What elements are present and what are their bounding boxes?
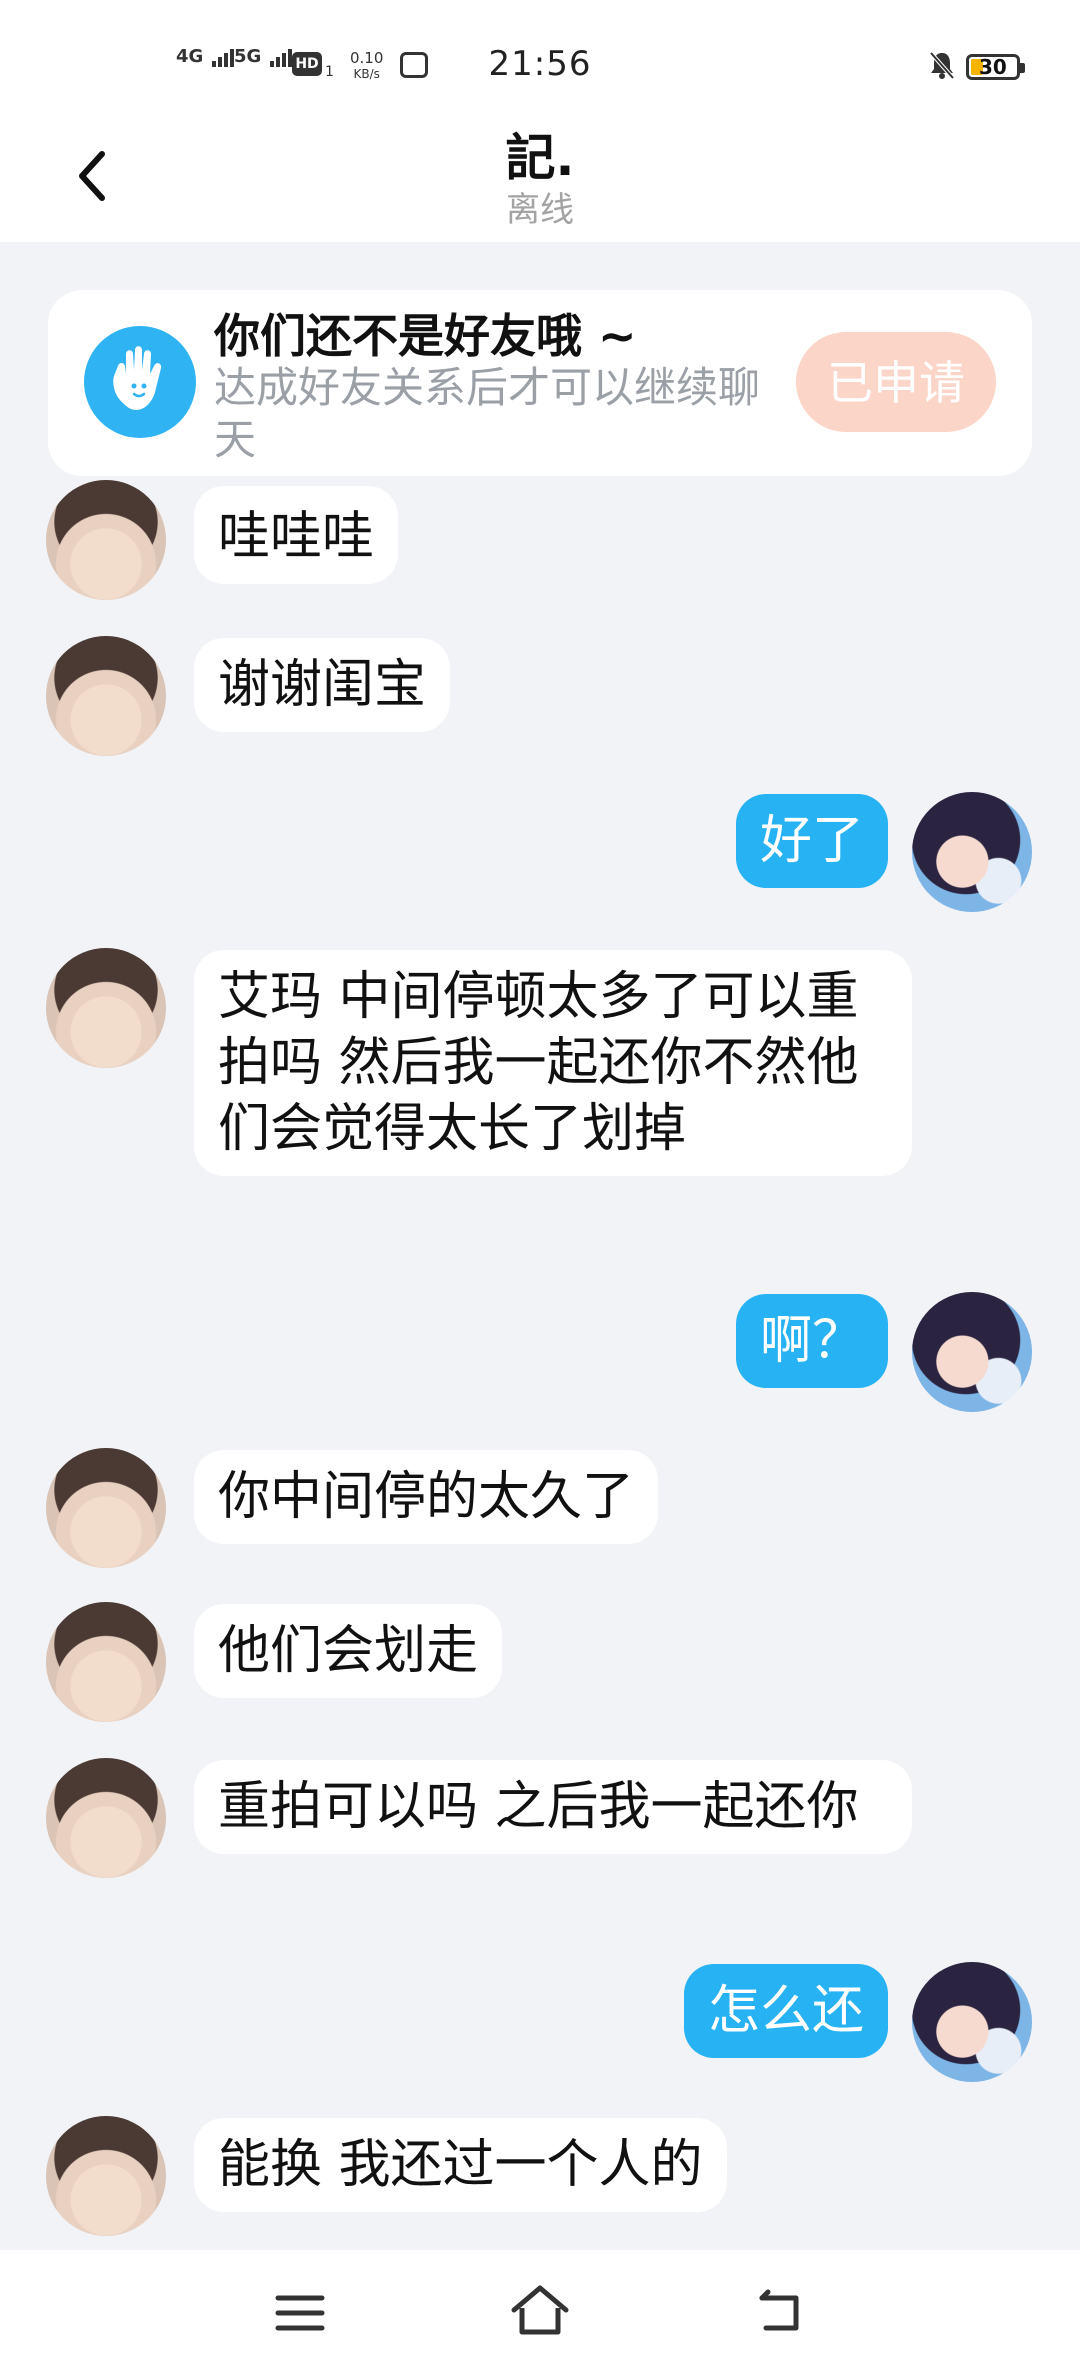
contact-avatar[interactable] — [46, 1602, 166, 1722]
status-bar: 4G 5G HD 1 0.10 KB/s 21:56 30 — [0, 0, 1080, 118]
message-bubble[interactable]: 他们会划走 — [194, 1604, 503, 1698]
home-icon[interactable] — [508, 2282, 572, 2338]
message-bubble[interactable]: 好了 — [735, 794, 888, 888]
contact-avatar[interactable] — [46, 1758, 166, 1878]
message-bubble[interactable]: 你中间停的太久了 — [194, 1450, 659, 1544]
message-bubble[interactable]: 能换 我还过一个人的 — [194, 2118, 727, 2212]
my-avatar[interactable] — [912, 792, 1032, 912]
contact-avatar[interactable] — [46, 480, 166, 600]
chat-header: 記. 离线 — [0, 118, 1080, 242]
message-bubble[interactable]: 重拍可以吗 之后我一起还你 — [194, 1760, 912, 1854]
status-time: 21:56 — [488, 44, 592, 84]
contact-avatar[interactable] — [46, 636, 166, 756]
message-bubble[interactable]: 啊？ — [735, 1294, 888, 1388]
message-bubble[interactable]: 艾玛 中间停顿太多了可以重拍吗 然后我一起还你不然他们会觉得太长了划掉 — [194, 950, 912, 1176]
message-bubble[interactable]: 哇哇哇 — [194, 486, 399, 584]
my-avatar[interactable] — [912, 1292, 1032, 1412]
wave-hand-icon — [84, 326, 196, 438]
not-friends-banner: 你们还不是好友哦 ~ 达成好友关系后才可以继续聊天 已申请 — [48, 290, 1032, 476]
mute-bell-icon — [929, 51, 955, 80]
contact-name: 記. — [505, 129, 575, 187]
system-nav-bar — [0, 2250, 1080, 2376]
menu-icon[interactable] — [274, 2290, 326, 2336]
applied-button[interactable]: 已申请 — [796, 332, 996, 432]
contact-avatar[interactable] — [46, 2116, 166, 2236]
message-bubble[interactable]: 谢谢闺宝 — [194, 638, 451, 732]
my-avatar[interactable] — [912, 1962, 1032, 2082]
message-bubble[interactable]: 怎么还 — [683, 1964, 888, 2058]
contact-status: 离线 — [506, 190, 574, 230]
banner-title: 你们还不是好友哦 ~ — [214, 309, 637, 363]
battery-icon: 30 — [966, 54, 1025, 80]
battery-level: 30 — [979, 55, 1007, 79]
contact-avatar[interactable] — [46, 948, 166, 1068]
contact-avatar[interactable] — [46, 1448, 166, 1568]
banner-text: 达成好友关系后才可以继续聊天 — [214, 363, 761, 464]
back-icon[interactable] — [752, 2286, 808, 2338]
